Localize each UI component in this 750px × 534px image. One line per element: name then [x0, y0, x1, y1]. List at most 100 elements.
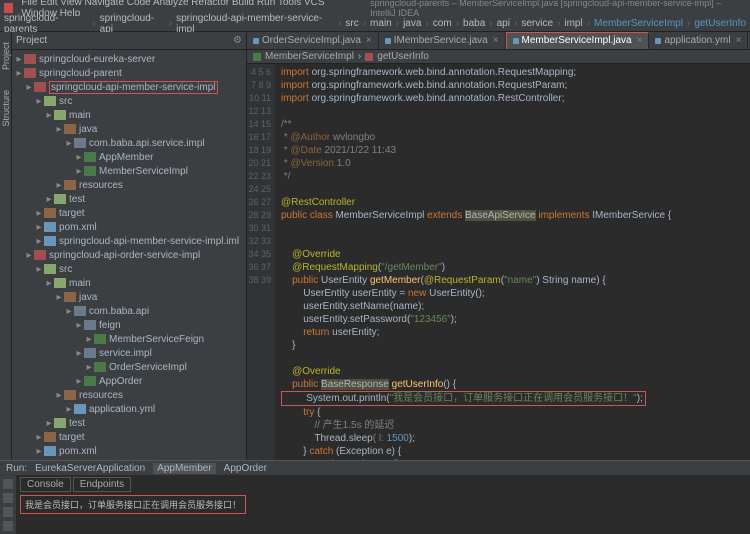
- breadcrumb-item[interactable]: baba: [463, 18, 485, 29]
- chevron-icon[interactable]: ▸: [44, 110, 54, 121]
- close-icon[interactable]: ×: [736, 35, 742, 46]
- menu-item[interactable]: File: [21, 0, 37, 8]
- tree-row[interactable]: ▸springcloud-api-order-service-impl: [12, 248, 246, 262]
- editor[interactable]: 4 5 6 7 8 9 10 11 12 13 14 15 16 17 18 1…: [247, 64, 750, 460]
- chevron-icon[interactable]: ▸: [74, 348, 84, 359]
- run-config[interactable]: AppOrder: [224, 463, 267, 474]
- tree-row[interactable]: ▸springcloud-eureka-server: [12, 52, 246, 66]
- console-tab[interactable]: Console: [20, 477, 71, 492]
- tree-row[interactable]: ▸main: [12, 108, 246, 122]
- tree-row[interactable]: ▸resources: [12, 388, 246, 402]
- chevron-icon[interactable]: ▸: [54, 180, 64, 191]
- breadcrumb-item[interactable]: com: [433, 18, 452, 29]
- chevron-icon[interactable]: ▸: [54, 124, 64, 135]
- chevron-icon[interactable]: ▸: [34, 432, 44, 443]
- editor-tab[interactable]: application.yml×: [649, 32, 748, 50]
- breadcrumb-item[interactable]: main: [370, 18, 392, 29]
- tree-row[interactable]: ▸src: [12, 94, 246, 108]
- breadcrumb-item[interactable]: api: [497, 18, 510, 29]
- chevron-icon[interactable]: ▸: [74, 320, 84, 331]
- gear-icon[interactable]: ⚙: [233, 35, 242, 46]
- menu-item[interactable]: Refactor: [191, 0, 229, 8]
- sidebar-tab-project[interactable]: Project: [1, 42, 11, 70]
- run-config[interactable]: AppMember: [153, 463, 215, 474]
- chevron-icon[interactable]: ▸: [34, 446, 44, 457]
- tree-row[interactable]: ▸test: [12, 192, 246, 206]
- chevron-icon[interactable]: ▸: [84, 362, 94, 373]
- console-tab[interactable]: Endpoints: [73, 477, 131, 492]
- chevron-icon[interactable]: ▸: [74, 376, 84, 387]
- close-icon[interactable]: ×: [366, 35, 372, 46]
- tree-row[interactable]: ▸com.baba.api.service.impl: [12, 136, 246, 150]
- breadcrumb-item[interactable]: java: [403, 18, 421, 29]
- subcrumb-class[interactable]: MemberServiceImpl: [265, 51, 354, 62]
- chevron-icon[interactable]: ▸: [44, 194, 54, 205]
- tree-row[interactable]: ▸MemberServiceImpl: [12, 164, 246, 178]
- menu-item[interactable]: Tools: [278, 0, 301, 8]
- tree-row[interactable]: ▸service.impl: [12, 346, 246, 360]
- menu-item[interactable]: View: [60, 0, 82, 8]
- tree-row[interactable]: ▸application.yml: [12, 402, 246, 416]
- trash-icon[interactable]: [3, 521, 13, 531]
- chevron-icon[interactable]: ▸: [34, 96, 44, 107]
- chevron-icon[interactable]: ▸: [74, 152, 84, 163]
- rerun-icon[interactable]: [3, 479, 13, 489]
- down-icon[interactable]: [3, 507, 13, 517]
- breadcrumb-item[interactable]: MemberServiceImpl: [594, 18, 683, 29]
- project-tree[interactable]: ▸springcloud-eureka-server▸springcloud-p…: [12, 50, 246, 460]
- close-icon[interactable]: ×: [637, 35, 643, 46]
- tree-row[interactable]: ▸springcloud-api-member-service-impl.iml: [12, 234, 246, 248]
- chevron-icon[interactable]: ▸: [54, 390, 64, 401]
- stop-icon[interactable]: [3, 493, 13, 503]
- chevron-icon[interactable]: ▸: [64, 138, 74, 149]
- editor-tab[interactable]: MemberServiceImpl.java×: [506, 32, 650, 50]
- chevron-icon[interactable]: ▸: [64, 306, 74, 317]
- menu-item[interactable]: Navigate: [85, 0, 124, 8]
- tree-row[interactable]: ▸OrderServiceImpl: [12, 360, 246, 374]
- chevron-icon[interactable]: ▸: [64, 404, 74, 415]
- tree-row[interactable]: ▸src: [12, 262, 246, 276]
- chevron-icon[interactable]: ▸: [84, 334, 94, 345]
- chevron-icon[interactable]: ▸: [14, 68, 24, 79]
- menu-item[interactable]: Analyze: [153, 0, 189, 8]
- tree-row[interactable]: ▸pom.xml: [12, 220, 246, 234]
- tree-row[interactable]: ▸test: [12, 416, 246, 430]
- menu-item[interactable]: VCS: [304, 0, 325, 8]
- chevron-icon[interactable]: ▸: [24, 250, 34, 261]
- tree-row[interactable]: ▸springcloud-parent: [12, 66, 246, 80]
- sidebar-tab-structure[interactable]: Structure: [1, 90, 11, 127]
- tree-row[interactable]: ▸main: [12, 276, 246, 290]
- chevron-icon[interactable]: ▸: [44, 278, 54, 289]
- tree-row[interactable]: ▸target: [12, 430, 246, 444]
- tree-row[interactable]: ▸java: [12, 290, 246, 304]
- breadcrumb-item[interactable]: service: [521, 18, 553, 29]
- chevron-icon[interactable]: ▸: [34, 236, 44, 247]
- tree-row[interactable]: ▸springcloud-api-member-service-impl: [12, 80, 246, 94]
- tree-row[interactable]: ▸java: [12, 122, 246, 136]
- breadcrumb-item[interactable]: getUserInfo: [694, 18, 746, 29]
- tree-row[interactable]: ▸com.baba.api: [12, 304, 246, 318]
- menu-item[interactable]: Build: [232, 0, 254, 8]
- tree-row[interactable]: ▸resources: [12, 178, 246, 192]
- tree-row[interactable]: ▸target: [12, 206, 246, 220]
- subcrumb-method[interactable]: getUserInfo: [377, 51, 429, 62]
- tree-row[interactable]: ▸pom.xml: [12, 444, 246, 458]
- chevron-icon[interactable]: ▸: [74, 166, 84, 177]
- chevron-icon[interactable]: ▸: [14, 54, 24, 65]
- breadcrumb-item[interactable]: src: [345, 18, 358, 29]
- chevron-icon[interactable]: ▸: [34, 222, 44, 233]
- chevron-icon[interactable]: ▸: [34, 264, 44, 275]
- chevron-icon[interactable]: ▸: [24, 82, 34, 93]
- chevron-icon[interactable]: ▸: [44, 418, 54, 429]
- menu-item[interactable]: Edit: [40, 0, 57, 8]
- breadcrumb-item[interactable]: impl: [564, 18, 582, 29]
- tree-row[interactable]: ▸AppMember: [12, 150, 246, 164]
- chevron-icon[interactable]: ▸: [54, 292, 64, 303]
- menu-item[interactable]: Run: [257, 0, 275, 8]
- editor-tab[interactable]: OrderServiceImpl.java×: [247, 32, 379, 50]
- tree-row[interactable]: ▸AppOrder: [12, 374, 246, 388]
- editor-tab[interactable]: IMemberService.java×: [379, 32, 506, 50]
- menu-item[interactable]: Code: [127, 0, 151, 8]
- code-lines[interactable]: import org.springframework.web.bind.anno…: [275, 64, 750, 460]
- tree-row[interactable]: ▸MemberServiceFeign: [12, 332, 246, 346]
